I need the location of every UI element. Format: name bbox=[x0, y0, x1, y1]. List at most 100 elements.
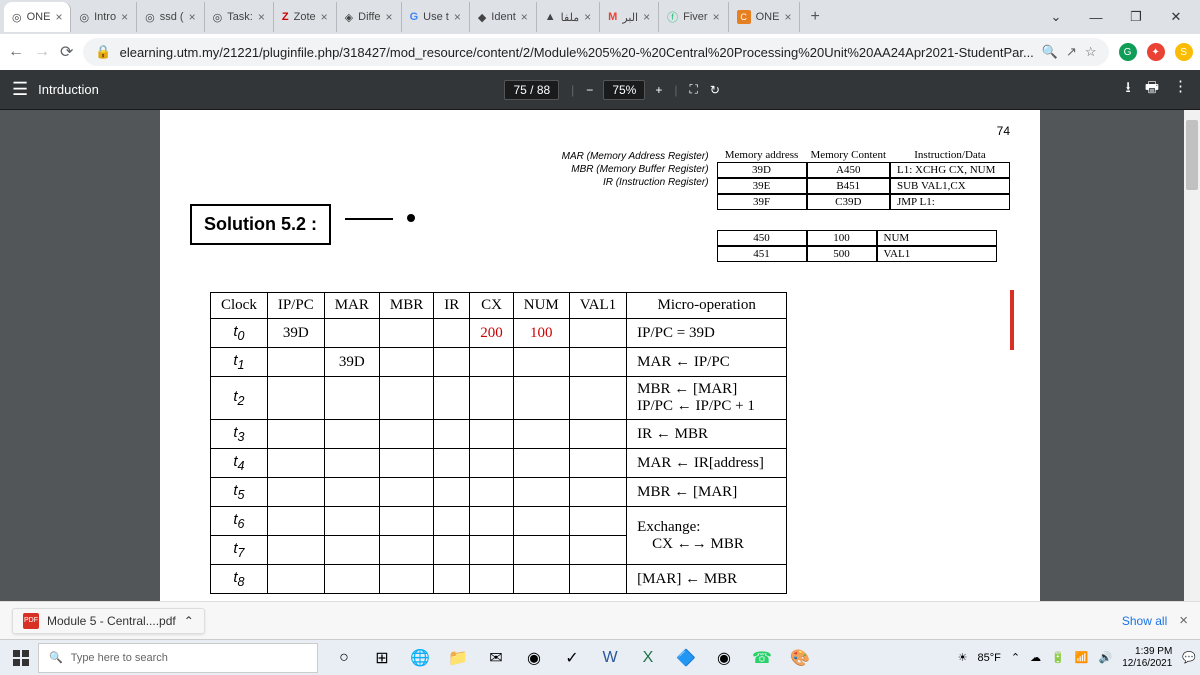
close-icon[interactable]: × bbox=[784, 10, 791, 24]
close-icon[interactable]: × bbox=[454, 10, 461, 24]
explorer-icon[interactable]: 📁 bbox=[442, 643, 474, 673]
table-row: t4MAR ← IR[address] bbox=[211, 449, 787, 478]
download-item[interactable]: PDF Module 5 - Central....pdf ⌃ bbox=[12, 608, 205, 634]
tab-label: Ident bbox=[491, 11, 515, 23]
tab-2[interactable]: ◎ssd (× bbox=[137, 2, 204, 32]
close-icon[interactable]: × bbox=[121, 10, 128, 24]
edge-icon[interactable]: 🌐 bbox=[404, 643, 436, 673]
mem-cell: 39E bbox=[717, 178, 807, 194]
address-bar[interactable]: 🔒 elearning.utm.my/21221/pluginfile.php/… bbox=[83, 38, 1108, 66]
close-icon[interactable]: × bbox=[521, 10, 528, 24]
notifications-icon[interactable]: 💬 bbox=[1182, 651, 1196, 664]
cortana-icon[interactable]: ○ bbox=[328, 643, 360, 673]
tab-4[interactable]: ZZote× bbox=[274, 2, 337, 32]
weather-icon[interactable]: ☀ bbox=[958, 651, 968, 664]
scrollbar[interactable] bbox=[1184, 110, 1200, 601]
tab-10[interactable]: ⓕFiver× bbox=[659, 2, 728, 32]
mail-icon[interactable]: ✉ bbox=[480, 643, 512, 673]
download-icon[interactable]: ⭳ bbox=[1126, 77, 1131, 102]
extension-icon[interactable]: S bbox=[1175, 43, 1193, 61]
clock[interactable]: 1:39 PM 12/16/2021 bbox=[1122, 646, 1172, 670]
search-in-page-icon[interactable]: 🔍 bbox=[1042, 44, 1058, 60]
app-icon[interactable]: 🔷 bbox=[670, 643, 702, 673]
chevron-up-icon[interactable]: ⌃ bbox=[184, 614, 194, 628]
minimize-button[interactable]: — bbox=[1076, 2, 1116, 32]
lock-icon: 🔒 bbox=[95, 44, 111, 60]
app-icon[interactable]: ◉ bbox=[708, 643, 740, 673]
close-icon[interactable]: × bbox=[189, 10, 196, 24]
mem-cell: NUM bbox=[877, 230, 997, 246]
app-icon[interactable]: ✓ bbox=[556, 643, 588, 673]
pdf-viewport[interactable]: 74 Solution 5.2 : MAR (Memory Address Re… bbox=[0, 110, 1200, 601]
tab-3[interactable]: ◎Task:× bbox=[205, 2, 274, 32]
page-total: 88 bbox=[537, 83, 550, 97]
tab-1[interactable]: ◎Intro× bbox=[71, 2, 137, 32]
close-icon[interactable]: × bbox=[584, 10, 591, 24]
table-header: Clock bbox=[211, 293, 268, 319]
hamburger-icon[interactable]: ☰ bbox=[12, 79, 28, 100]
maximize-button[interactable]: ❐ bbox=[1116, 2, 1156, 32]
zoom-in-button[interactable]: + bbox=[655, 83, 662, 97]
taskbar-search[interactable]: 🔍 Type here to search bbox=[38, 643, 318, 673]
back-button[interactable]: ← bbox=[8, 40, 24, 64]
close-icon[interactable]: × bbox=[713, 10, 720, 24]
scroll-thumb[interactable] bbox=[1186, 120, 1198, 190]
table-row: t8[MAR] ← MBR bbox=[211, 565, 787, 594]
close-icon[interactable]: × bbox=[55, 10, 62, 24]
page-current[interactable]: 75 bbox=[513, 83, 526, 97]
fit-page-icon[interactable]: ⛶ bbox=[689, 82, 697, 97]
start-button[interactable] bbox=[4, 643, 38, 673]
tab-5[interactable]: ◈Diffe× bbox=[337, 2, 402, 32]
battery-icon[interactable]: 🔋 bbox=[1051, 651, 1065, 664]
tab-favicon: ◎ bbox=[12, 11, 22, 24]
excel-icon[interactable]: X bbox=[632, 643, 664, 673]
mem-cell: C39D bbox=[807, 194, 890, 210]
volume-icon[interactable]: 🔊 bbox=[1099, 651, 1113, 664]
paint-icon[interactable]: 🎨 bbox=[784, 643, 816, 673]
tab-11[interactable]: CONE× bbox=[729, 2, 801, 32]
temperature[interactable]: 85°F bbox=[978, 652, 1001, 664]
mem-cell: 451 bbox=[717, 246, 807, 262]
star-icon[interactable]: ☆ bbox=[1085, 44, 1097, 60]
close-button[interactable]: ✕ bbox=[1156, 2, 1196, 32]
tray-chevron-icon[interactable]: ⌃ bbox=[1011, 651, 1020, 664]
chrome-icon[interactable]: ◉ bbox=[518, 643, 550, 673]
show-all-downloads[interactable]: Show all bbox=[1122, 614, 1167, 628]
onedrive-icon[interactable]: ☁ bbox=[1030, 651, 1041, 664]
share-icon[interactable]: ↗ bbox=[1066, 44, 1077, 60]
micro-operation-table: ClockIP/PCMARMBRIRCXNUMVAL1Micro-operati… bbox=[210, 292, 787, 594]
extension-icon[interactable]: ✦ bbox=[1147, 43, 1165, 61]
print-icon[interactable]: 🖶 bbox=[1145, 77, 1159, 102]
zoom-out-button[interactable]: − bbox=[586, 83, 593, 97]
table-header: MBR bbox=[379, 293, 433, 319]
close-icon[interactable]: × bbox=[321, 10, 328, 24]
task-view-icon[interactable]: ⊞ bbox=[366, 643, 398, 673]
close-icon[interactable]: × bbox=[1179, 612, 1188, 629]
close-icon[interactable]: × bbox=[386, 10, 393, 24]
forward-button[interactable]: → bbox=[34, 40, 50, 64]
more-icon[interactable]: ⋮ bbox=[1173, 77, 1188, 102]
tab-6[interactable]: GUse t× bbox=[402, 2, 470, 32]
taskbar: 🔍 Type here to search ○ ⊞ 🌐 📁 ✉ ◉ ✓ W X … bbox=[0, 639, 1200, 675]
tab-favicon: ◈ bbox=[345, 11, 353, 24]
table-header: CX bbox=[470, 293, 514, 319]
mem-cell: 450 bbox=[717, 230, 807, 246]
new-tab-button[interactable]: + bbox=[800, 8, 829, 26]
reload-button[interactable]: ⟳ bbox=[60, 40, 73, 64]
whatsapp-icon[interactable]: ☎ bbox=[746, 643, 778, 673]
mem-cell: SUB VAL1,CX bbox=[890, 178, 1010, 194]
table-header: Micro-operation bbox=[627, 293, 787, 319]
word-icon[interactable]: W bbox=[594, 643, 626, 673]
chevron-down-icon[interactable]: ⌄ bbox=[1036, 2, 1076, 32]
tab-label: ملفا bbox=[561, 11, 579, 24]
tab-8[interactable]: ▲ملفا× bbox=[537, 2, 600, 32]
close-icon[interactable]: × bbox=[258, 10, 265, 24]
tab-0[interactable]: ◎ONE× bbox=[4, 2, 71, 32]
tab-7[interactable]: ◆Ident× bbox=[470, 2, 537, 32]
extension-icon[interactable]: G bbox=[1119, 43, 1137, 61]
wifi-icon[interactable]: 📶 bbox=[1075, 651, 1089, 664]
close-icon[interactable]: × bbox=[643, 10, 650, 24]
rotate-icon[interactable]: ↻ bbox=[710, 83, 720, 97]
tab-9[interactable]: Mالبر× bbox=[600, 2, 659, 32]
mem-cell: VAL1 bbox=[877, 246, 997, 262]
